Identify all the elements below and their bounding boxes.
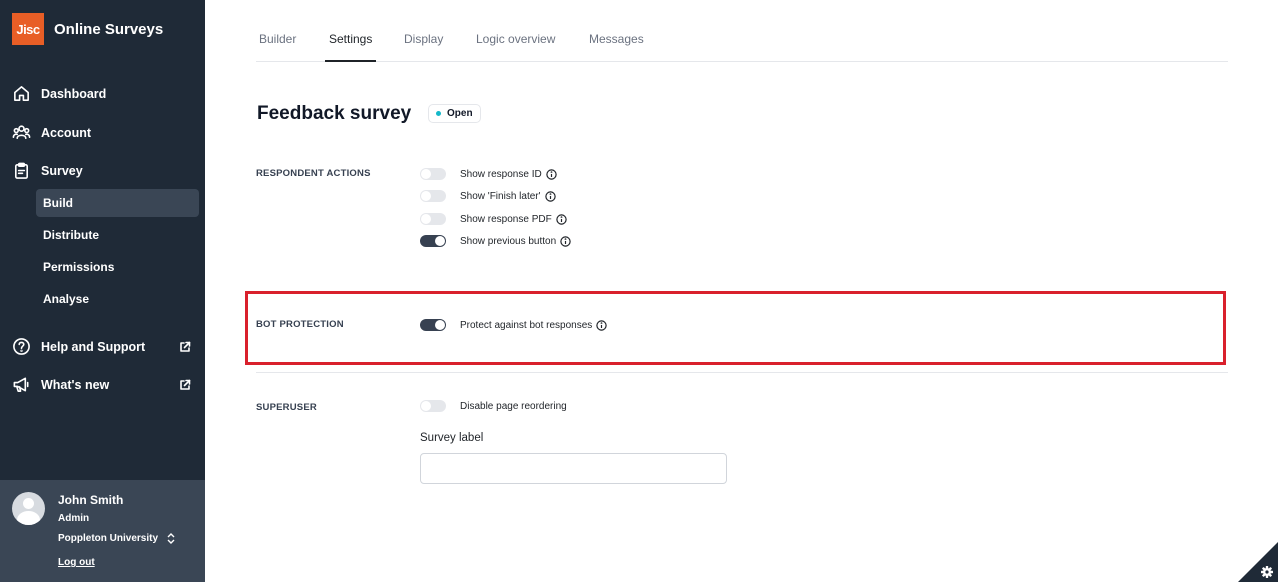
status-dot — [436, 111, 441, 116]
info-icon[interactable] — [560, 234, 571, 247]
section-label-respondent-actions: RESPONDENT ACTIONS — [256, 168, 371, 179]
gear-icon — [1261, 566, 1273, 578]
info-icon[interactable] — [546, 167, 557, 180]
org-selector[interactable]: Poppleton University — [58, 533, 158, 544]
chevron-up-down-icon[interactable] — [166, 532, 176, 545]
home-icon — [14, 86, 29, 101]
option-show-finish-later: Show 'Finish later' — [420, 188, 556, 204]
tab-logic-overview[interactable]: Logic overview — [476, 32, 555, 46]
option-show-response-id: Show response ID — [420, 166, 557, 182]
external-link-icon — [179, 340, 191, 352]
tab-display[interactable]: Display — [404, 32, 443, 46]
settings-tabs: Builder Settings Display Logic overview … — [256, 0, 1228, 62]
status-badge: Open — [428, 104, 481, 123]
option-show-response-pdf: Show response PDF — [420, 211, 567, 227]
nav-sub-analyse[interactable]: Analyse — [36, 285, 199, 313]
page-title: Feedback survey — [257, 103, 412, 124]
status-label: Open — [447, 108, 473, 119]
sidebar: Jisc Online Surveys Dashboard Account Su… — [0, 0, 205, 582]
tab-messages[interactable]: Messages — [589, 32, 644, 46]
help-circle-icon — [13, 338, 30, 355]
logout-link[interactable]: Log out — [58, 557, 95, 568]
option-label: Show previous button — [460, 235, 557, 247]
jisc-logo: Jisc — [12, 13, 44, 45]
nav-dashboard-label: Dashboard — [41, 86, 107, 101]
option-label: Show 'Finish later' — [460, 190, 541, 202]
option-label: Show response PDF — [460, 213, 552, 225]
settings-corner-button[interactable] — [1238, 542, 1278, 582]
megaphone-icon — [13, 377, 29, 392]
nav-survey-label: Survey — [41, 163, 83, 178]
nav-sub-permissions[interactable]: Permissions — [36, 253, 199, 281]
avatar — [12, 492, 45, 525]
section-divider — [256, 372, 1228, 373]
option-disable-page-reordering: Disable page reordering — [420, 398, 567, 414]
info-icon[interactable] — [544, 189, 556, 202]
nav-dashboard[interactable]: Dashboard — [12, 84, 106, 103]
nav-help-label: Help and Support — [41, 339, 146, 354]
user-name: John Smith — [58, 493, 124, 507]
section-label-superuser: SUPERUSER — [256, 402, 317, 413]
toggle-show-finish-later[interactable] — [420, 190, 446, 202]
app-name: Online Surveys — [54, 20, 164, 38]
nav-account[interactable]: Account — [12, 123, 91, 142]
toggle-show-response-pdf[interactable] — [420, 213, 446, 225]
active-tab-indicator — [325, 60, 376, 62]
info-icon[interactable] — [596, 318, 608, 331]
clipboard-icon — [14, 162, 29, 179]
toggle-show-response-id[interactable] — [420, 168, 446, 180]
nav-sub-distribute[interactable]: Distribute — [36, 221, 199, 249]
nav-account-label: Account — [41, 125, 91, 140]
option-label: Disable page reordering — [460, 400, 567, 412]
option-protect-against-bots: Protect against bot responses — [420, 317, 608, 333]
toggle-protect-against-bots[interactable] — [420, 319, 446, 331]
user-panel: John Smith Admin Poppleton University Lo… — [0, 480, 205, 582]
tab-builder[interactable]: Builder — [259, 32, 296, 46]
info-icon[interactable] — [556, 212, 567, 225]
option-label: Protect against bot responses — [460, 319, 593, 331]
nav-whats-new[interactable]: What's new — [12, 375, 109, 394]
user-role: Admin — [58, 513, 90, 524]
section-label-bot-protection: BOT PROTECTION — [256, 319, 344, 330]
option-label: Show response ID — [460, 168, 542, 180]
nav-help[interactable]: Help and Support — [12, 337, 145, 356]
toggle-show-previous-button[interactable] — [420, 235, 446, 247]
option-show-previous-button: Show previous button — [420, 233, 571, 249]
nav-sub-build[interactable]: Build — [36, 189, 199, 217]
nav-whats-new-label: What's new — [41, 377, 110, 392]
highlight-annotation — [245, 291, 1226, 365]
survey-label-field-label: Survey label — [420, 432, 484, 444]
tab-settings[interactable]: Settings — [329, 32, 372, 46]
external-link-icon — [179, 378, 191, 390]
nav-survey[interactable]: Survey — [12, 161, 83, 180]
users-icon — [12, 125, 31, 140]
survey-label-input[interactable] — [420, 453, 727, 484]
brand[interactable]: Jisc Online Surveys — [12, 13, 163, 45]
toggle-disable-page-reordering[interactable] — [420, 400, 446, 412]
